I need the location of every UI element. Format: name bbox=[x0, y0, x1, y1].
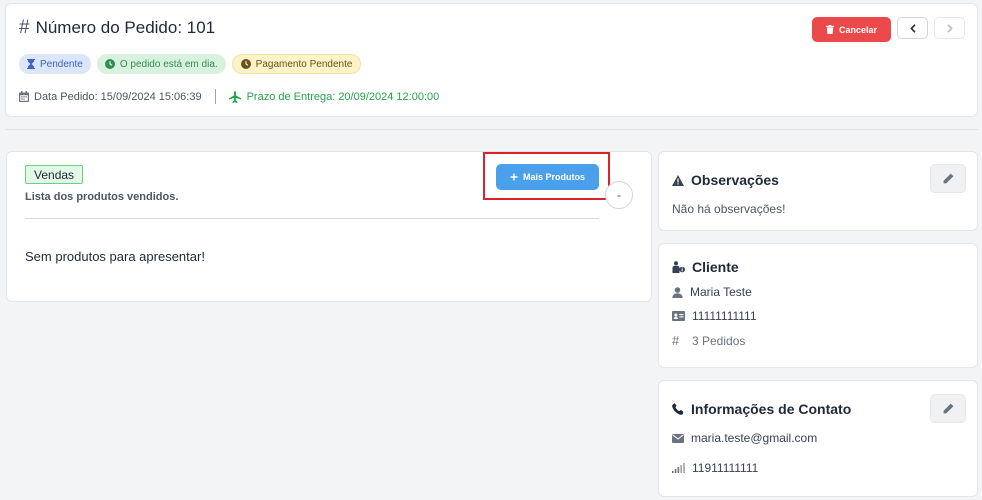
badge-label: Pendente bbox=[40, 58, 83, 70]
pencil-icon bbox=[943, 173, 953, 184]
customer-document-row: 11111111111 bbox=[672, 309, 757, 323]
customer-orders-row: # 3 Pedidos bbox=[672, 333, 745, 348]
status-badge-on-time: O pedido está em dia. bbox=[96, 54, 226, 74]
notes-title-row: Observações bbox=[672, 172, 779, 188]
order-meta-row: Data Pedido: 15/09/2024 15:06:39 Prazo d… bbox=[19, 89, 439, 104]
customer-card: Cliente Maria Teste 11111111111 # 3 Pedi… bbox=[658, 243, 978, 368]
envelope-icon bbox=[672, 433, 684, 443]
sales-divider bbox=[25, 218, 599, 219]
badge-label: O pedido está em dia. bbox=[119, 58, 218, 70]
edit-contact-button[interactable] bbox=[930, 394, 966, 423]
user-icon bbox=[672, 286, 683, 298]
order-header-card: # Número do Pedido: 101 Pendente O pedid… bbox=[5, 3, 978, 117]
order-date-text: Data Pedido: 15/09/2024 15:06:39 bbox=[34, 90, 202, 103]
customer-title-row: Cliente bbox=[672, 259, 739, 275]
trash-icon bbox=[825, 25, 834, 34]
contact-card: Informações de Contato maria.teste@gmail… bbox=[658, 380, 978, 497]
hash-icon: # bbox=[19, 17, 30, 38]
clock-icon bbox=[104, 59, 115, 69]
sales-card: Vendas Lista dos produtos vendidos. Sem … bbox=[6, 151, 652, 302]
notes-title: Observações bbox=[691, 172, 779, 188]
hash-icon: # bbox=[672, 333, 680, 348]
notes-card: Observações Não há observações! bbox=[658, 151, 978, 231]
plane-icon bbox=[228, 90, 241, 103]
notes-text: Não há observações! bbox=[672, 202, 786, 216]
sales-subtitle: Lista dos produtos vendidos. bbox=[25, 191, 179, 203]
id-card-icon bbox=[672, 311, 685, 321]
contact-title-row: Informações de Contato bbox=[672, 401, 851, 417]
contact-email: maria.teste@gmail.com bbox=[691, 431, 818, 445]
user-info-icon bbox=[672, 261, 685, 273]
status-badge-pending: Pendente bbox=[19, 54, 91, 74]
next-order-button[interactable] bbox=[934, 17, 965, 39]
chevron-right-icon bbox=[946, 23, 953, 33]
calendar-icon bbox=[19, 91, 29, 102]
clock-icon bbox=[240, 59, 251, 69]
page-title: Número do Pedido: 101 bbox=[35, 18, 216, 37]
delivery-date-text: Prazo de Entrega: 20/09/2024 12:00:00 bbox=[246, 90, 440, 103]
status-badges: Pendente O pedido está em dia. Pagamento… bbox=[19, 54, 362, 74]
hourglass-icon bbox=[27, 59, 35, 69]
plus-icon bbox=[510, 173, 518, 181]
contact-email-row: maria.teste@gmail.com bbox=[672, 431, 817, 445]
pencil-icon bbox=[943, 403, 953, 414]
badge-label: Pagamento Pendente bbox=[255, 58, 353, 70]
edit-notes-button[interactable] bbox=[930, 164, 966, 193]
customer-title: Cliente bbox=[692, 259, 739, 275]
previous-order-button[interactable] bbox=[897, 17, 928, 39]
customer-name: Maria Teste bbox=[690, 285, 752, 299]
cancel-order-button[interactable]: Cancelar bbox=[812, 17, 891, 42]
order-date: Data Pedido: 15/09/2024 15:06:39 bbox=[19, 91, 202, 103]
status-badge-payment: Pagamento Pendente bbox=[231, 54, 362, 74]
order-title-row: # Número do Pedido: 101 bbox=[19, 17, 215, 39]
contact-phone: 11911111111 bbox=[692, 461, 759, 475]
customer-orders: 3 Pedidos bbox=[692, 333, 746, 348]
meta-divider bbox=[214, 89, 216, 104]
signal-icon bbox=[672, 463, 685, 473]
contact-phone-row: 11911111111 bbox=[672, 461, 758, 475]
cancel-button-label: Cancelar bbox=[838, 24, 878, 35]
chevron-left-icon bbox=[909, 23, 916, 33]
phone-icon bbox=[672, 403, 684, 415]
warning-icon bbox=[672, 174, 684, 186]
sales-tag: Vendas bbox=[25, 165, 84, 184]
delivery-date: Prazo de Entrega: 20/09/2024 12:00:00 bbox=[228, 90, 440, 103]
customer-document: 11111111111 bbox=[692, 309, 757, 323]
section-divider bbox=[5, 129, 978, 130]
collapse-button[interactable]: - bbox=[605, 181, 633, 209]
more-products-label: Mais Produtos bbox=[522, 172, 585, 182]
empty-products-message: Sem produtos para apresentar! bbox=[25, 249, 205, 264]
contact-title: Informações de Contato bbox=[691, 401, 852, 417]
more-products-button[interactable]: Mais Produtos bbox=[496, 164, 599, 190]
customer-name-row: Maria Teste bbox=[672, 285, 752, 299]
